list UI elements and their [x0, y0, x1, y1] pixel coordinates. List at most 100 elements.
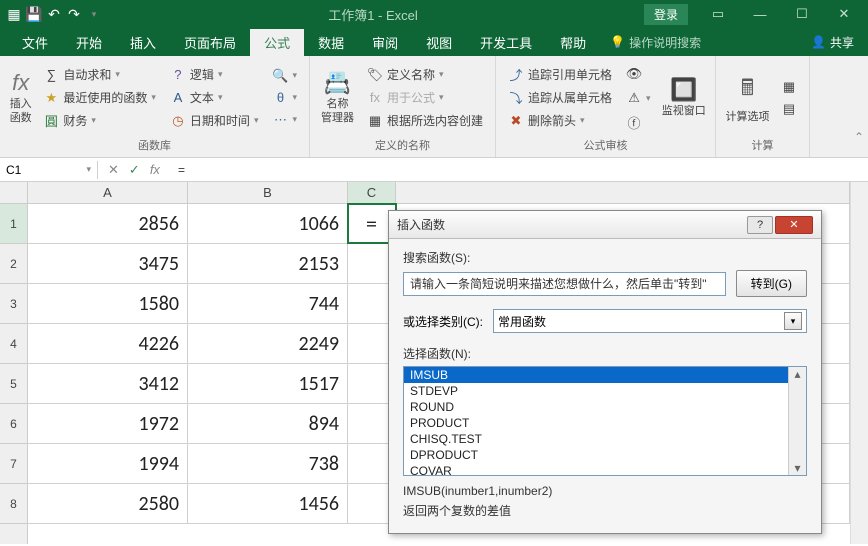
cell[interactable]: 1994 — [28, 444, 188, 483]
col-header[interactable]: A — [28, 182, 188, 203]
watch-window-button[interactable]: 🔲 监视窗口 — [661, 60, 707, 135]
trace-precedents-button[interactable]: ⤴追踪引用单元格 — [504, 64, 616, 85]
function-list[interactable]: IMSUBSTDEVPROUNDPRODUCTCHISQ.TESTDPRODUC… — [403, 366, 807, 476]
tab-help[interactable]: 帮助 — [546, 29, 600, 56]
function-list-item[interactable]: PRODUCT — [404, 415, 788, 431]
save-icon[interactable]: 💾 — [26, 6, 42, 22]
eval-formula-button[interactable]: ⓕ — [622, 112, 655, 132]
recent-fn-button[interactable]: ★最近使用的函数▾ — [39, 87, 160, 108]
cell[interactable]: 894 — [188, 404, 348, 443]
remove-icon: ✖ — [508, 113, 524, 129]
share-button[interactable]: 👤共享 — [797, 30, 868, 55]
qat-dropdown-icon[interactable]: ▾ — [86, 6, 102, 22]
fx-button-icon[interactable]: fx — [150, 162, 160, 177]
row-header[interactable]: 1 — [0, 204, 27, 244]
cell[interactable]: 1972 — [28, 404, 188, 443]
row-header[interactable]: 3 — [0, 284, 27, 324]
cell[interactable]: 738 — [188, 444, 348, 483]
vertical-scrollbar[interactable] — [850, 182, 868, 544]
close-icon[interactable]: ✕ — [824, 0, 864, 28]
define-name-button[interactable]: 🏷定义名称▾ — [363, 64, 487, 85]
ribbon-display-icon[interactable]: ▭ — [698, 0, 738, 28]
cell[interactable]: 2153 — [188, 244, 348, 283]
tell-me-search[interactable]: 💡操作说明搜索 — [600, 30, 711, 55]
more-fn-button[interactable]: ⋯▾ — [268, 110, 301, 130]
cell[interactable]: 1456 — [188, 484, 348, 523]
login-button[interactable]: 登录 — [644, 4, 688, 25]
math-button[interactable]: θ▾ — [268, 88, 301, 108]
calc-sheet-button[interactable]: ▤ — [777, 99, 801, 119]
lookup-button[interactable]: 🔍▾ — [268, 66, 301, 86]
create-from-sel-button[interactable]: ▦根据所选内容创建 — [363, 110, 487, 131]
cell[interactable]: 2249 — [188, 324, 348, 363]
financial-button[interactable]: 圓财务▾ — [39, 110, 160, 131]
name-manager-button[interactable]: 📇 名称 管理器 — [318, 60, 357, 135]
tab-view[interactable]: 视图 — [412, 29, 466, 56]
datetime-button[interactable]: ◷日期和时间▾ — [166, 110, 263, 131]
tab-review[interactable]: 审阅 — [358, 29, 412, 56]
cell[interactable]: 1580 — [28, 284, 188, 323]
show-formulas-button[interactable]: 👁 — [622, 64, 655, 84]
function-list-item[interactable]: CHISQ.TEST — [404, 431, 788, 447]
use-in-formula-button[interactable]: fx用于公式▾ — [363, 87, 487, 108]
col-header[interactable]: B — [188, 182, 348, 203]
search-function-input[interactable] — [403, 272, 726, 296]
redo-icon[interactable]: ↷ — [66, 6, 82, 22]
row-header[interactable]: 8 — [0, 484, 27, 524]
tab-data[interactable]: 数据 — [304, 29, 358, 56]
dialog-help-button[interactable]: ? — [747, 216, 773, 234]
category-select[interactable]: 常用函数 ▾ — [493, 309, 807, 333]
select-all-corner[interactable] — [0, 182, 27, 204]
go-button[interactable]: 转到(G) — [736, 270, 807, 297]
tab-file[interactable]: 文件 — [8, 29, 62, 56]
col-header[interactable] — [396, 182, 850, 203]
function-list-item[interactable]: IMSUB — [404, 367, 788, 383]
calc-options-button[interactable]: 🖩 计算选项 — [724, 60, 771, 135]
function-list-item[interactable]: DPRODUCT — [404, 447, 788, 463]
tab-layout[interactable]: 页面布局 — [170, 29, 250, 56]
cell[interactable]: 1517 — [188, 364, 348, 403]
insert-function-button[interactable]: fx 插入函数 — [8, 60, 33, 135]
group-label-names: 定义的名称 — [318, 135, 487, 155]
row-header[interactable]: 2 — [0, 244, 27, 284]
function-list-item[interactable]: ROUND — [404, 399, 788, 415]
text-button[interactable]: A文本▾ — [166, 87, 263, 108]
cell[interactable]: 744 — [188, 284, 348, 323]
row-header[interactable]: 7 — [0, 444, 27, 484]
cell[interactable]: 1066 — [188, 204, 348, 243]
maximize-icon[interactable]: ☐ — [782, 0, 822, 28]
row-header[interactable]: 6 — [0, 404, 27, 444]
tab-insert[interactable]: 插入 — [116, 29, 170, 56]
function-list-item[interactable]: STDEVP — [404, 383, 788, 399]
autosum-button[interactable]: ∑自动求和▾ — [39, 64, 160, 85]
accept-formula-icon[interactable]: ✓ — [129, 162, 140, 178]
undo-icon[interactable]: ↶ — [46, 6, 62, 22]
remove-arrows-button[interactable]: ✖删除箭头▾ — [504, 110, 616, 131]
row-header[interactable]: 5 — [0, 364, 27, 404]
dialog-close-button[interactable]: ✕ — [775, 216, 813, 234]
function-list-item[interactable]: COVAR — [404, 463, 788, 476]
formula-bar-input[interactable]: = — [170, 161, 868, 179]
tab-dev[interactable]: 开发工具 — [466, 29, 546, 56]
minimize-icon[interactable]: — — [740, 0, 780, 28]
tab-home[interactable]: 开始 — [62, 29, 116, 56]
cancel-formula-icon[interactable]: ✕ — [108, 162, 119, 178]
calc-now-button[interactable]: ▦ — [777, 77, 801, 97]
list-scrollbar[interactable]: ▴▾ — [788, 367, 806, 475]
chevron-down-icon[interactable]: ▾ — [86, 164, 91, 175]
row-header[interactable]: 4 — [0, 324, 27, 364]
chevron-down-icon[interactable]: ▾ — [784, 312, 802, 330]
cell[interactable]: 4226 — [28, 324, 188, 363]
col-header[interactable]: C — [348, 182, 396, 203]
cell[interactable]: 3475 — [28, 244, 188, 283]
logical-button[interactable]: ?逻辑▾ — [166, 64, 263, 85]
name-box[interactable]: C1 ▾ — [0, 161, 98, 179]
cell[interactable]: 3412 — [28, 364, 188, 403]
trace-prec-icon: ⤴ — [508, 67, 524, 83]
cell[interactable]: 2856 — [28, 204, 188, 243]
trace-dependents-button[interactable]: ⤵追踪从属单元格 — [504, 87, 616, 108]
collapse-ribbon-icon[interactable]: ⌃ — [854, 130, 864, 144]
tab-formulas[interactable]: 公式 — [250, 29, 304, 56]
error-check-button[interactable]: ⚠▾ — [622, 88, 655, 108]
cell[interactable]: 2580 — [28, 484, 188, 523]
